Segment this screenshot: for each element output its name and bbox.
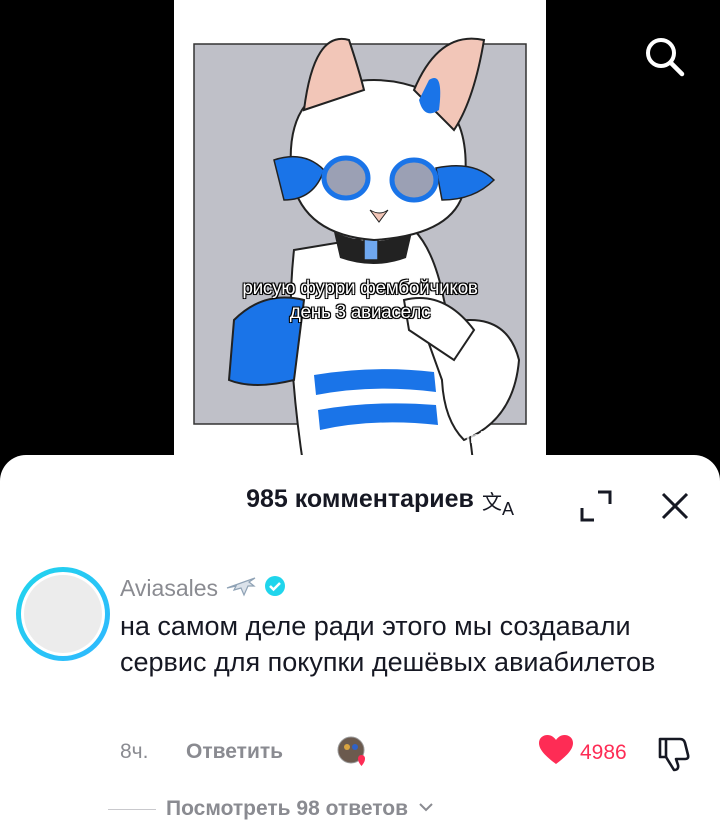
ibispaint-watermark: ibisPaint [465, 428, 533, 447]
video-frame: рисую фурри фембойчиков день 3 авиаселс … [174, 0, 546, 470]
comment-text: на самом деле ради этого мы создавали се… [120, 611, 656, 677]
dislike-icon[interactable] [654, 733, 694, 773]
like-button[interactable]: 4986 [538, 734, 627, 771]
avatar[interactable] [16, 567, 110, 661]
view-replies-button[interactable]: Посмотреть 98 ответов [108, 797, 434, 821]
video-player[interactable]: рисую фурри фембойчиков день 3 авиаселс … [0, 0, 720, 470]
svg-text:文: 文 [482, 491, 502, 514]
verified-badge-icon [264, 575, 286, 602]
svg-text:A: A [502, 499, 514, 519]
comment-timestamp: 8ч. [120, 740, 149, 763]
like-count: 4986 [580, 740, 627, 764]
expand-icon[interactable] [578, 488, 614, 524]
video-caption-line-2: день 3 авиаселс [289, 302, 431, 323]
close-icon[interactable] [656, 487, 694, 525]
chevron-down-icon [418, 800, 434, 818]
airplane-icon [224, 573, 258, 604]
view-replies-label: Посмотреть 98 ответов [166, 797, 408, 820]
comment-meta-row: 8ч. Ответить [120, 735, 370, 769]
creator-liked-avatar-icon [336, 735, 370, 769]
comment-author-row: Aviasales [120, 573, 286, 604]
comments-sheet: 985 комментариев 文 A Aviasales на самом … [0, 455, 720, 828]
heart-icon [538, 734, 574, 771]
video-caption-line-1: рисую фурри фембойчиков [242, 278, 478, 299]
translate-icon[interactable]: 文 A [478, 485, 524, 521]
divider-line [108, 808, 156, 810]
comment-username[interactable]: Aviasales [120, 575, 218, 602]
search-icon[interactable] [640, 32, 688, 80]
reply-button[interactable]: Ответить [186, 740, 336, 764]
fox-artwork [193, 37, 527, 470]
